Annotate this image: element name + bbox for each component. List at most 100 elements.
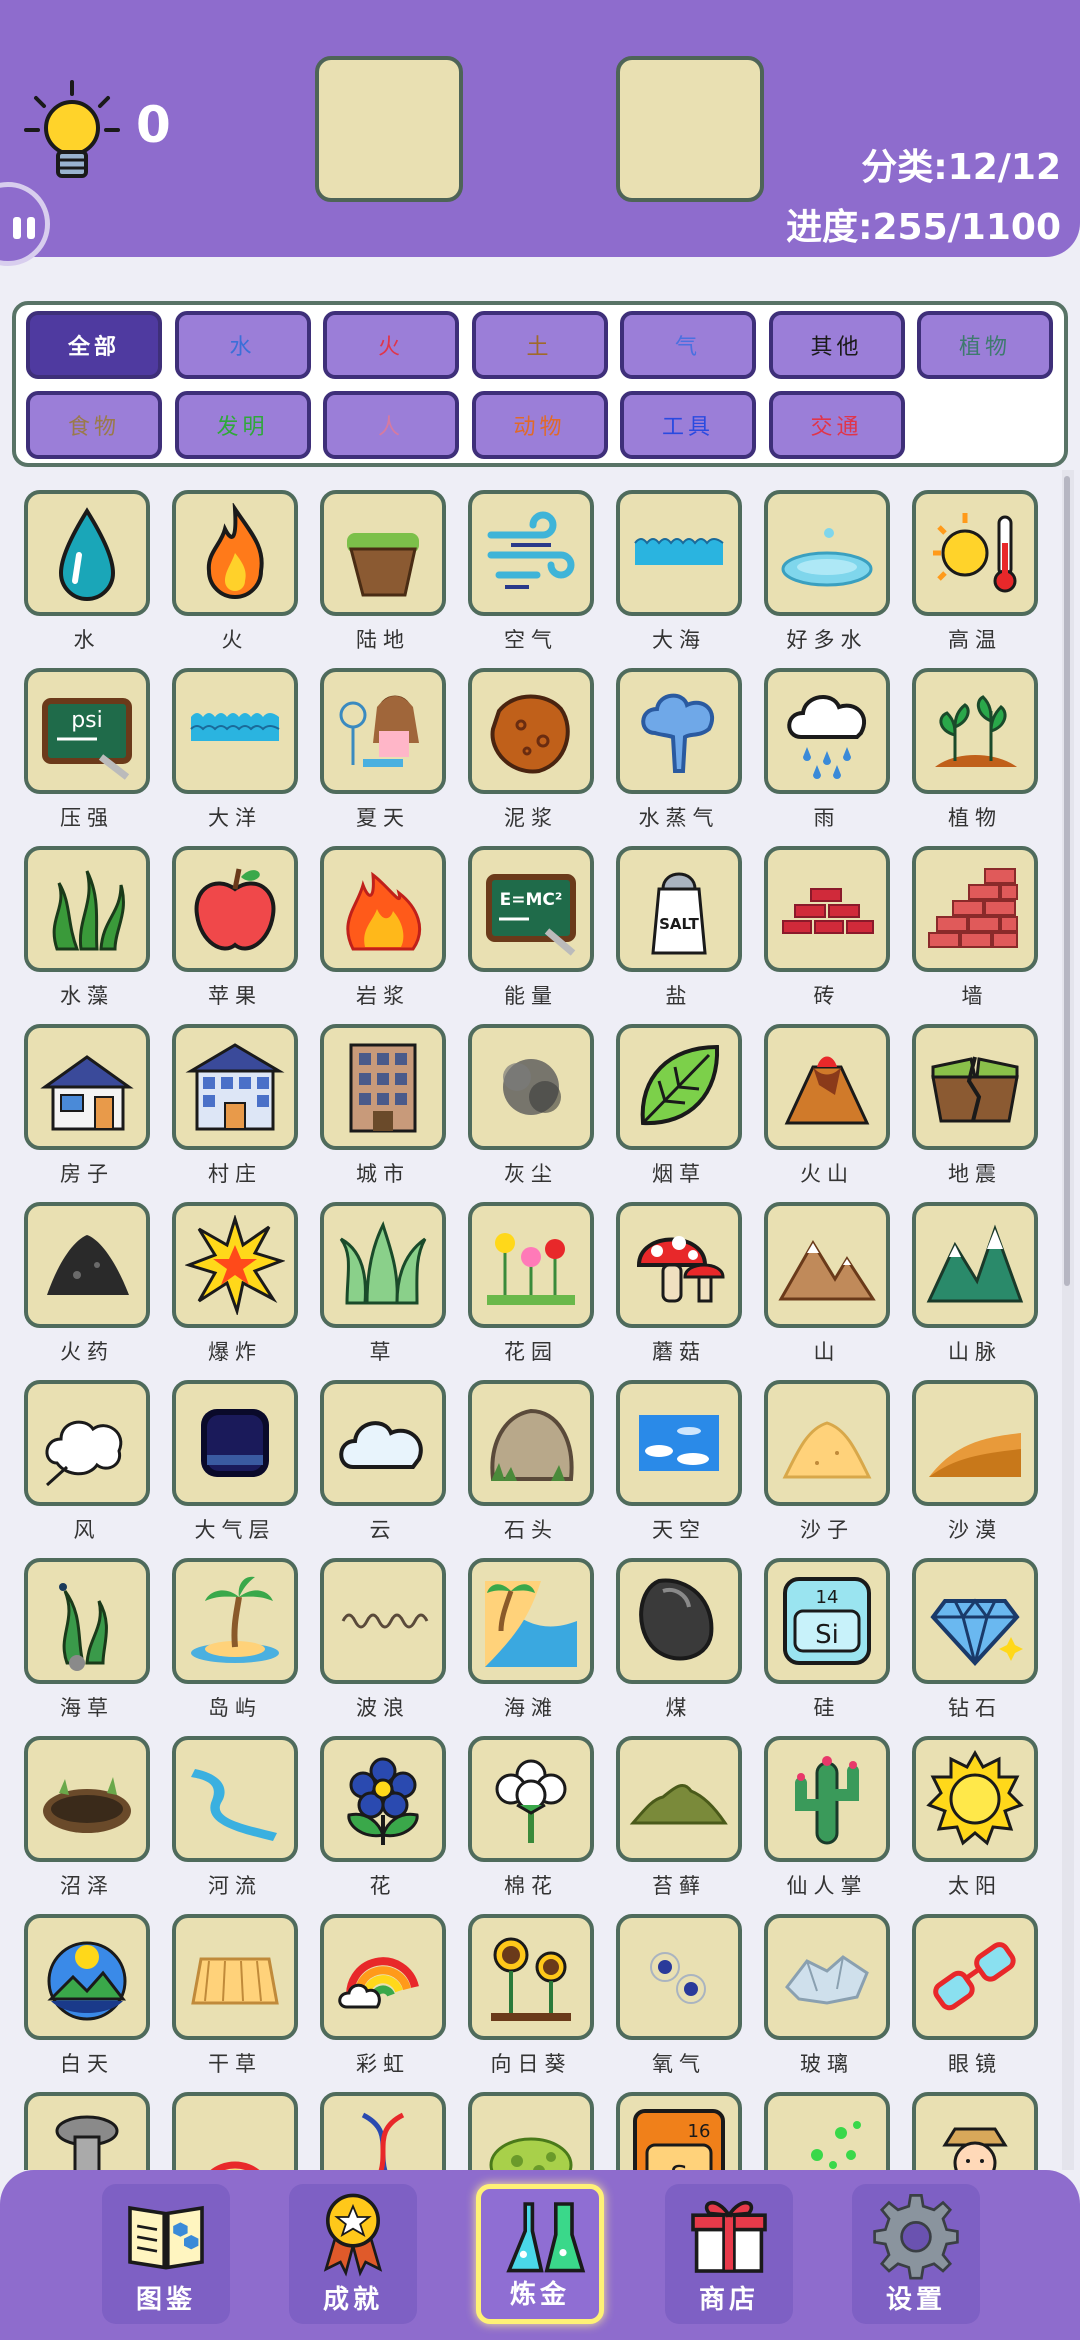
element-tile[interactable]	[24, 1380, 150, 1506]
filter-button-0[interactable]: 全部	[26, 311, 162, 379]
element-card[interactable]: 水蒸气	[616, 668, 742, 832]
element-tile[interactable]	[468, 668, 594, 794]
element-tile[interactable]	[764, 490, 890, 616]
element-card[interactable]: 山脉	[912, 1202, 1038, 1366]
element-tile[interactable]	[320, 1380, 446, 1506]
element-card[interactable]: 夏天	[320, 668, 446, 832]
scrollbar-thumb[interactable]	[1064, 476, 1070, 1286]
filter-button-8[interactable]: 发明	[174, 391, 311, 459]
element-tile[interactable]	[320, 1024, 446, 1150]
element-card[interactable]: 仙人掌	[764, 1736, 890, 1900]
element-tile[interactable]	[24, 1024, 150, 1150]
element-card[interactable]: 火	[172, 490, 298, 654]
element-card[interactable]: 向日葵	[468, 1914, 594, 2078]
element-card[interactable]: 村庄	[172, 1024, 298, 1188]
element-tile[interactable]	[912, 1380, 1038, 1506]
element-card[interactable]: 风	[24, 1380, 150, 1544]
nav-button-medal[interactable]: 成就	[289, 2184, 417, 2324]
element-tile[interactable]	[616, 1914, 742, 2040]
element-card[interactable]: 水藻	[24, 846, 150, 1010]
element-card[interactable]: 眼镜	[912, 1914, 1038, 2078]
filter-button-3[interactable]: 土	[471, 311, 608, 379]
element-tile[interactable]	[764, 1380, 890, 1506]
element-card[interactable]: 太阳	[912, 1736, 1038, 1900]
element-tile[interactable]	[172, 1558, 298, 1684]
filter-button-2[interactable]: 火	[323, 311, 459, 379]
element-tile[interactable]	[616, 1558, 742, 1684]
element-tile[interactable]	[764, 1914, 890, 2040]
element-tile[interactable]: E=MC²	[468, 846, 594, 972]
filter-button-4[interactable]: 气	[620, 311, 756, 379]
element-card[interactable]: 云	[320, 1380, 446, 1544]
element-card[interactable]: 雨	[764, 668, 890, 832]
element-card[interactable]: 岛屿	[172, 1558, 298, 1722]
element-card[interactable]: 波浪	[320, 1558, 446, 1722]
element-tile[interactable]	[172, 1024, 298, 1150]
element-tile[interactable]: SALT	[616, 846, 742, 972]
element-tile[interactable]	[320, 1736, 446, 1862]
element-card[interactable]: 大气层	[172, 1380, 298, 1544]
element-card[interactable]: 草	[320, 1202, 446, 1366]
element-card[interactable]: 沙子	[764, 1380, 890, 1544]
filter-button-7[interactable]: 食物	[26, 391, 162, 459]
nav-button-gift[interactable]: 商店	[665, 2184, 793, 2324]
element-card[interactable]: 花	[320, 1736, 446, 1900]
element-tile[interactable]	[912, 490, 1038, 616]
element-card[interactable]: 石头	[468, 1380, 594, 1544]
element-tile[interactable]	[24, 1736, 150, 1862]
element-card[interactable]	[172, 2092, 298, 2170]
element-tile[interactable]: psi	[24, 668, 150, 794]
element-tile[interactable]: 16 S	[616, 2092, 742, 2170]
element-card[interactable]: 白天	[24, 1914, 150, 2078]
element-tile[interactable]	[24, 846, 150, 972]
element-card[interactable]	[24, 2092, 150, 2170]
element-card[interactable]: 水	[24, 490, 150, 654]
element-card[interactable]: E=MC² 能量	[468, 846, 594, 1010]
element-tile[interactable]	[468, 1202, 594, 1328]
element-tile[interactable]	[616, 1024, 742, 1150]
element-tile[interactable]	[764, 1736, 890, 1862]
element-card[interactable]: 墙	[912, 846, 1038, 1010]
element-card[interactable]: 火山	[764, 1024, 890, 1188]
element-tile[interactable]	[764, 668, 890, 794]
element-tile[interactable]	[24, 1558, 150, 1684]
lightbulb-hint-icon[interactable]	[22, 78, 122, 188]
element-card[interactable]: 天空	[616, 1380, 742, 1544]
element-tile[interactable]	[24, 2092, 150, 2170]
element-card[interactable]: SALT 盐	[616, 846, 742, 1010]
element-tile[interactable]	[320, 668, 446, 794]
element-tile[interactable]	[172, 490, 298, 616]
element-tile[interactable]	[616, 1202, 742, 1328]
combine-slot-right[interactable]	[616, 56, 764, 202]
element-card[interactable]	[764, 2092, 890, 2170]
element-tile[interactable]	[24, 490, 150, 616]
element-tile[interactable]	[912, 668, 1038, 794]
element-card[interactable]: 大洋	[172, 668, 298, 832]
element-card[interactable]: 钻石	[912, 1558, 1038, 1722]
element-tile[interactable]	[468, 1380, 594, 1506]
element-card[interactable]: 泥浆	[468, 668, 594, 832]
element-tile[interactable]	[912, 1202, 1038, 1328]
element-card[interactable]: 大海	[616, 490, 742, 654]
nav-button-book[interactable]: 图鉴	[102, 2184, 230, 2324]
element-tile[interactable]	[912, 1914, 1038, 2040]
element-card[interactable]: 沙漠	[912, 1380, 1038, 1544]
element-card[interactable]	[468, 2092, 594, 2170]
element-card[interactable]: 植物	[912, 668, 1038, 832]
element-card[interactable]: 海草	[24, 1558, 150, 1722]
element-card[interactable]: 彩虹	[320, 1914, 446, 2078]
element-card[interactable]	[912, 2092, 1038, 2170]
element-tile[interactable]	[616, 668, 742, 794]
element-card[interactable]: 地震	[912, 1024, 1038, 1188]
element-card[interactable]: 陆地	[320, 490, 446, 654]
element-tile[interactable]	[468, 1558, 594, 1684]
element-card[interactable]: 蘑菇	[616, 1202, 742, 1366]
element-card[interactable]: 房子	[24, 1024, 150, 1188]
element-card[interactable]: 火药	[24, 1202, 150, 1366]
element-tile[interactable]	[616, 1736, 742, 1862]
element-tile[interactable]	[468, 490, 594, 616]
element-card[interactable]: 沼泽	[24, 1736, 150, 1900]
element-tile[interactable]	[912, 1558, 1038, 1684]
element-tile[interactable]	[912, 846, 1038, 972]
element-card[interactable]: 灰尘	[468, 1024, 594, 1188]
